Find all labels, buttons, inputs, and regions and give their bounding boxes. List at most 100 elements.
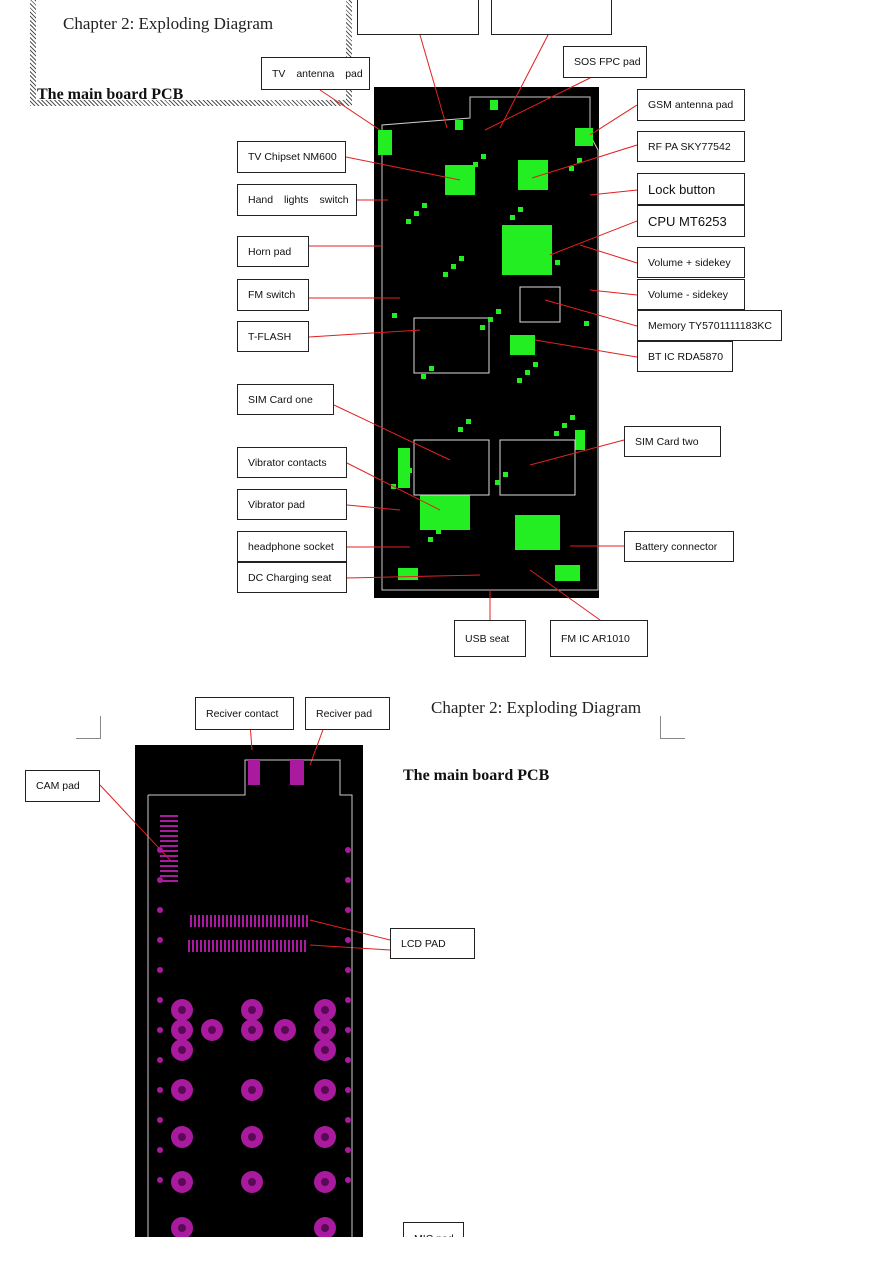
leader-line <box>549 220 638 256</box>
via <box>157 877 163 883</box>
lcd-pin <box>216 940 218 952</box>
small-pad <box>584 321 589 326</box>
keypad-center <box>248 1026 256 1034</box>
via <box>345 1147 351 1153</box>
label-top-left <box>357 0 479 35</box>
small-pad <box>458 427 463 432</box>
cam-pad-pin <box>160 815 178 817</box>
cam-pad-pin <box>160 825 178 827</box>
small-pad <box>436 529 441 534</box>
small-pad <box>547 268 552 273</box>
board-outline <box>147 759 353 1237</box>
small-pad <box>406 219 411 224</box>
via <box>345 1177 351 1183</box>
component-outline <box>413 317 490 374</box>
small-pad <box>540 525 545 530</box>
lcd-pin <box>218 915 220 927</box>
component-pad <box>515 515 560 550</box>
label-fm-switch: FM switch <box>237 279 309 311</box>
keypad-center <box>248 1178 256 1186</box>
cam-pad-pin <box>160 865 178 867</box>
small-pad <box>428 537 433 542</box>
lcd-pin <box>202 915 204 927</box>
leader-line <box>499 34 549 129</box>
lcd-pin <box>192 940 194 952</box>
keypad-center <box>178 1224 186 1232</box>
leader-line <box>579 244 638 264</box>
lcd-pin <box>256 940 258 952</box>
lcd-pin <box>236 940 238 952</box>
leader-line <box>309 944 391 951</box>
lcd-pin <box>284 940 286 952</box>
small-pad <box>414 211 419 216</box>
lcd-pin <box>278 915 280 927</box>
label-reciver-pad: Reciver pad <box>305 697 390 730</box>
small-pad <box>443 272 448 277</box>
keypad-center <box>178 1086 186 1094</box>
small-pad <box>554 431 559 436</box>
component-pad <box>490 100 498 110</box>
keypad-center <box>321 1086 329 1094</box>
lcd-pin <box>230 915 232 927</box>
label-horn-pad: Horn pad <box>237 236 309 267</box>
small-pad <box>451 264 456 269</box>
lcd-pin <box>302 915 304 927</box>
via <box>157 1117 163 1123</box>
lcd-pin <box>268 940 270 952</box>
lcd-pin <box>280 940 282 952</box>
small-pad <box>510 215 515 220</box>
component-outline <box>519 286 561 323</box>
keypad-center <box>178 1046 186 1054</box>
via <box>157 1147 163 1153</box>
leader-line <box>589 189 638 196</box>
component-pad <box>398 568 418 580</box>
small-pad <box>473 162 478 167</box>
lcd-pin <box>226 915 228 927</box>
lcd-pin <box>204 940 206 952</box>
leader-line <box>484 77 591 131</box>
leader-line <box>346 462 441 511</box>
keypad-center <box>248 1006 256 1014</box>
label-memory: Memory TY5701111183KC <box>637 310 782 341</box>
label-vibrator-pad: Vibrator pad <box>237 489 347 520</box>
lcd-pin <box>298 915 300 927</box>
keypad-center <box>321 1178 329 1186</box>
lcd-pin <box>210 915 212 927</box>
lcd-pin <box>200 940 202 952</box>
lcd-pin <box>220 940 222 952</box>
cam-pad-pin <box>160 855 178 857</box>
pcb-drawings <box>99 34 638 1239</box>
via <box>157 967 163 973</box>
lcd-pin <box>252 940 254 952</box>
component-pad <box>510 335 535 355</box>
small-pad <box>518 207 523 212</box>
lcd-pin <box>222 915 224 927</box>
small-pad <box>481 154 486 159</box>
leader-line <box>534 339 638 358</box>
lcd-pin <box>198 915 200 927</box>
label-tv-antenna-pad: TV antenna pad <box>261 57 370 90</box>
lcd-pin <box>238 915 240 927</box>
label-top-right <box>491 0 612 35</box>
leader-line <box>308 329 421 338</box>
keypad-center <box>281 1026 289 1034</box>
lcd-pin <box>208 940 210 952</box>
via <box>157 1087 163 1093</box>
small-pad <box>444 521 449 526</box>
lcd-pin <box>224 940 226 952</box>
via <box>157 1027 163 1033</box>
label-gsm-antenna-pad: GSM antenna pad <box>637 89 745 121</box>
label-bt-ic: BT IC RDA5870 <box>637 341 733 372</box>
via <box>345 1117 351 1123</box>
via <box>157 1177 163 1183</box>
lcd-pin <box>300 940 302 952</box>
cam-pad-pin <box>160 840 178 842</box>
small-pad <box>496 309 501 314</box>
label-tv-chipset: TV Chipset NM600 <box>237 141 346 173</box>
label-dc-charging-seat: DC Charging seat <box>237 562 347 593</box>
section2-heading: Chapter 2: Exploding Diagram <box>431 698 642 717</box>
via <box>345 1087 351 1093</box>
lcd-pin <box>234 915 236 927</box>
leader-line <box>345 156 461 181</box>
lcd-pin <box>306 915 308 927</box>
